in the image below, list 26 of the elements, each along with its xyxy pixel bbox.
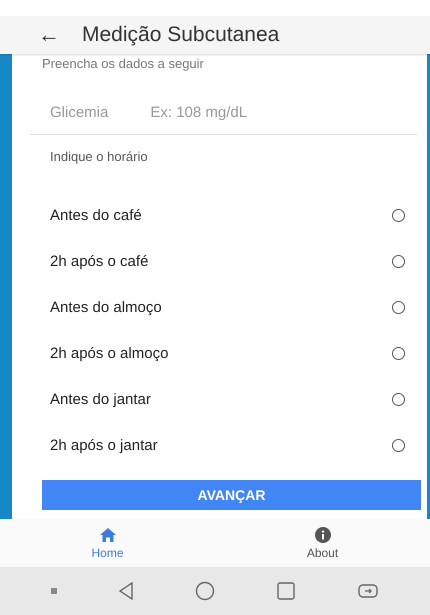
radio-button[interactable] — [392, 208, 405, 222]
radio-button[interactable] — [392, 346, 405, 360]
option-label: Antes do almoço — [50, 298, 162, 316]
radio-button[interactable] — [392, 392, 405, 406]
submit-button[interactable]: AVANÇAR — [42, 480, 421, 510]
option-label: 2h após o café — [50, 252, 148, 270]
option-label: Antes do café — [50, 206, 142, 224]
recents-icon[interactable] — [276, 581, 296, 601]
radio-button[interactable] — [392, 300, 405, 314]
option-label: 2h após o almoço — [50, 344, 168, 362]
radio-button[interactable] — [392, 254, 405, 268]
home-icon — [98, 526, 116, 542]
nav-tab[interactable]: About — [215, 519, 430, 567]
screen-title: Medição Subcutanea — [82, 23, 280, 47]
field-label: Glicemia — [50, 104, 108, 121]
option-label: Antes do jantar — [50, 390, 151, 408]
nav-tab[interactable]: Home — [0, 519, 215, 567]
home-circle-icon[interactable] — [194, 581, 215, 601]
switch-app-icon[interactable] — [357, 582, 380, 600]
option-label: 2h após o jantar — [50, 436, 158, 454]
radio-button[interactable] — [392, 438, 405, 452]
back-button[interactable]: ← — [38, 22, 60, 48]
time-prompt: Indique o horário — [50, 149, 148, 164]
info-icon — [314, 526, 330, 542]
back-icon[interactable] — [118, 581, 134, 601]
intro-text: Preencha os dados a seguir — [42, 56, 204, 71]
